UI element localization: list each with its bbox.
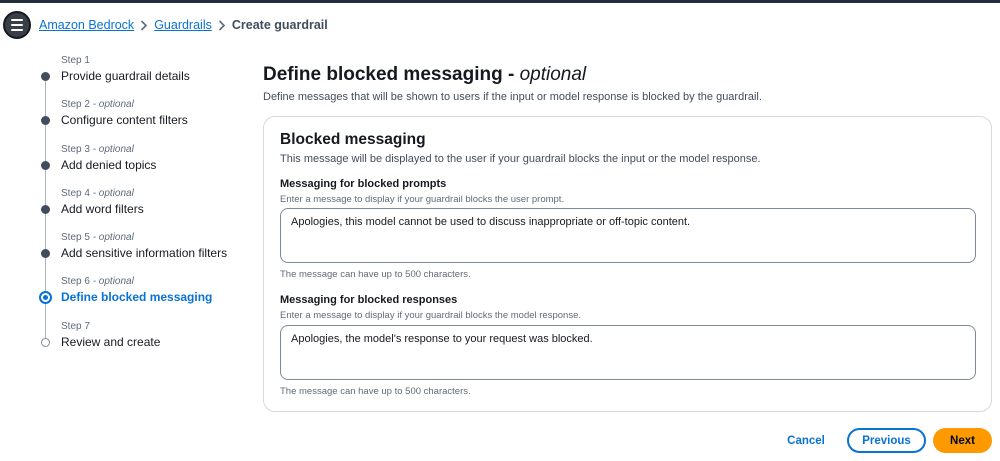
wizard-step-6[interactable]: Step 6 - optional Define blocked messagi…	[35, 276, 245, 320]
breadcrumb-guardrails[interactable]: Guardrails	[154, 18, 212, 32]
step-label: Step 5 - optional	[61, 232, 134, 244]
wizard-step-7[interactable]: Step 7 Review and create	[35, 321, 245, 365]
wizard-step-5[interactable]: Step 5 - optional Add sensitive informat…	[35, 232, 245, 276]
blocked-prompts-hint: The message can have up to 500 character…	[280, 269, 471, 280]
blocked-responses-textarea[interactable]: Apologies, the model's response to your …	[280, 325, 976, 380]
next-button[interactable]: Next	[933, 428, 992, 453]
page-description: Define messages that will be shown to us…	[263, 91, 762, 103]
step-label: Step 1	[61, 55, 90, 66]
step-label: Step 4 - optional	[61, 187, 134, 199]
step-completed-icon	[41, 249, 50, 259]
blocked-responses-description: Enter a message to display if your guard…	[280, 310, 581, 321]
step-title: Review and create	[61, 334, 161, 349]
blocked-prompts-textarea[interactable]: Apologies, this model cannot be used to …	[280, 208, 976, 263]
step-pending-icon	[41, 337, 50, 347]
container-description: This message will be displayed to the us…	[280, 153, 761, 165]
step-completed-icon	[41, 116, 50, 126]
step-title: Provide guardrail details	[61, 69, 190, 83]
breadcrumb: Amazon Bedrock Guardrails Create guardra…	[39, 18, 328, 32]
step-completed-icon	[41, 72, 50, 81]
step-label: Step 2 - optional	[61, 99, 134, 111]
step-title: Define blocked messaging	[61, 290, 213, 305]
wizard-step-2[interactable]: Step 2 - optional Configure content filt…	[35, 99, 245, 143]
container-title: Blocked messaging	[280, 131, 426, 148]
hamburger-menu-icon[interactable]	[3, 11, 31, 39]
chevron-right-icon	[212, 19, 232, 31]
blocked-responses-hint: The message can have up to 500 character…	[280, 386, 471, 397]
step-completed-icon	[41, 160, 50, 170]
step-title: Configure content filters	[61, 113, 188, 128]
previous-button[interactable]: Previous	[847, 428, 926, 453]
wizard-step-4[interactable]: Step 4 - optional Add word filters	[35, 188, 245, 232]
breadcrumb-current: Create guardrail	[231, 18, 328, 32]
blocked-prompts-label: Messaging for blocked prompts	[280, 178, 447, 190]
breadcrumb-amazon-bedrock[interactable]: Amazon Bedrock	[39, 18, 134, 32]
step-title: Add word filters	[61, 201, 144, 216]
blocked-responses-label: Messaging for blocked responses	[280, 294, 458, 306]
top-border	[0, 0, 1000, 3]
blocked-prompts-description: Enter a message to display if your guard…	[280, 194, 565, 205]
wizard-step-3[interactable]: Step 3 - optional Add denied topics	[35, 144, 245, 188]
wizard-steps: Step 1 Provide guardrail details Step 2 …	[35, 55, 245, 365]
step-title: Add denied topics	[61, 157, 157, 172]
chevron-right-icon	[134, 19, 154, 31]
step-label: Step 6 - optional	[61, 276, 134, 288]
step-completed-icon	[41, 204, 50, 214]
cancel-button[interactable]: Cancel	[776, 428, 836, 453]
step-active-icon	[39, 291, 52, 305]
step-label: Step 7	[61, 320, 90, 332]
wizard-step-1[interactable]: Step 1 Provide guardrail details	[35, 55, 245, 99]
step-title: Add sensitive information filters	[61, 246, 228, 261]
step-label: Step 3 - optional	[61, 143, 134, 155]
blocked-messaging-container: Blocked messaging This message will be d…	[263, 116, 992, 412]
page-title: Define blocked messaging - optional	[263, 64, 587, 85]
page-title-optional: optional	[519, 64, 587, 85]
